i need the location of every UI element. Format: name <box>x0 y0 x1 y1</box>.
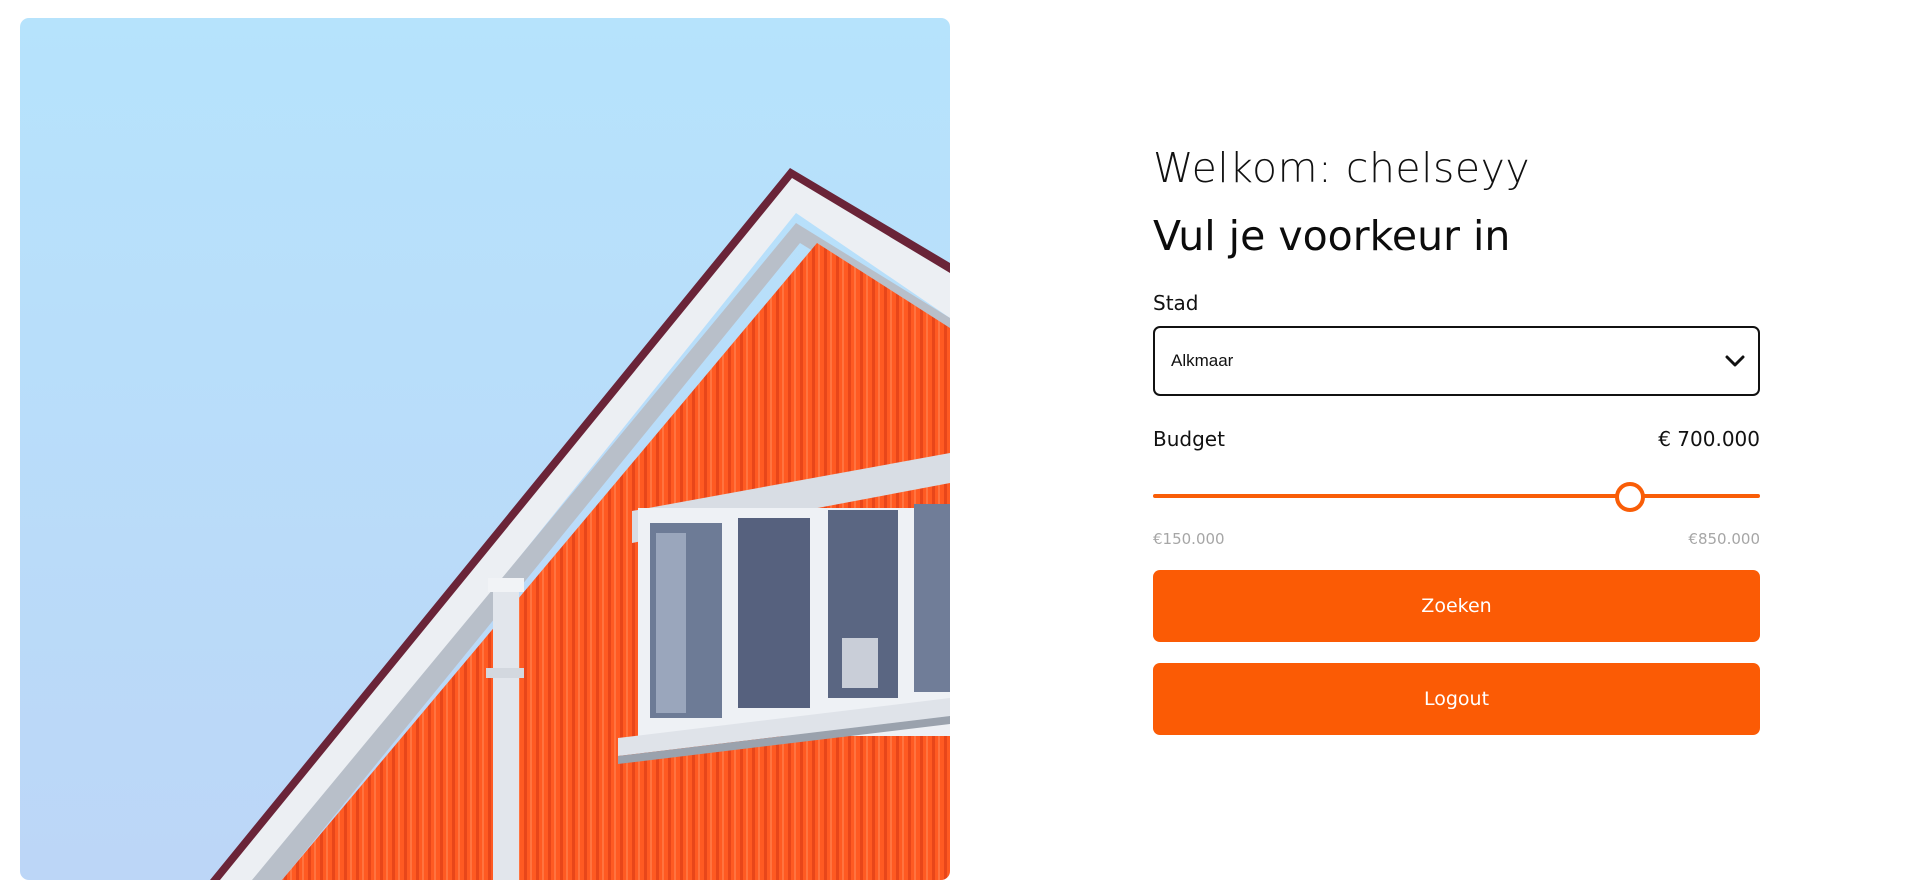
slider-thumb[interactable] <box>1614 482 1645 512</box>
budget-max-label: €850.000 <box>1688 530 1760 548</box>
hero-image <box>20 18 950 880</box>
budget-min-label: €150.000 <box>1153 530 1225 548</box>
city-select-value: Alkmaar <box>1171 351 1234 370</box>
welcome-prefix: Welkom: <box>1153 144 1346 192</box>
welcome-title: Welkom: chelseyy <box>1153 140 1760 196</box>
username: chelseyy <box>1345 144 1531 192</box>
budget-value: € 700.000 <box>1658 427 1760 451</box>
budget-row: Budget € 700.000 <box>1153 426 1760 452</box>
city-label: Stad <box>1153 291 1199 315</box>
logout-button[interactable]: Logout <box>1153 663 1760 735</box>
budget-slider[interactable] <box>1153 480 1760 512</box>
search-button[interactable]: Zoeken <box>1153 570 1760 642</box>
page: Welkom: chelseyy Vul je voorkeur in Stad… <box>0 0 1920 888</box>
preference-panel: Welkom: chelseyy Vul je voorkeur in Stad… <box>1153 140 1760 735</box>
page-heading: Vul je voorkeur in <box>1153 212 1511 260</box>
house-illustration <box>20 18 950 880</box>
budget-label: Budget <box>1153 427 1225 451</box>
slider-track[interactable] <box>1153 494 1760 498</box>
budget-range-labels: €150.000 €850.000 <box>1153 530 1760 548</box>
city-select[interactable]: Alkmaar <box>1153 326 1760 396</box>
chevron-down-icon <box>1724 350 1746 372</box>
